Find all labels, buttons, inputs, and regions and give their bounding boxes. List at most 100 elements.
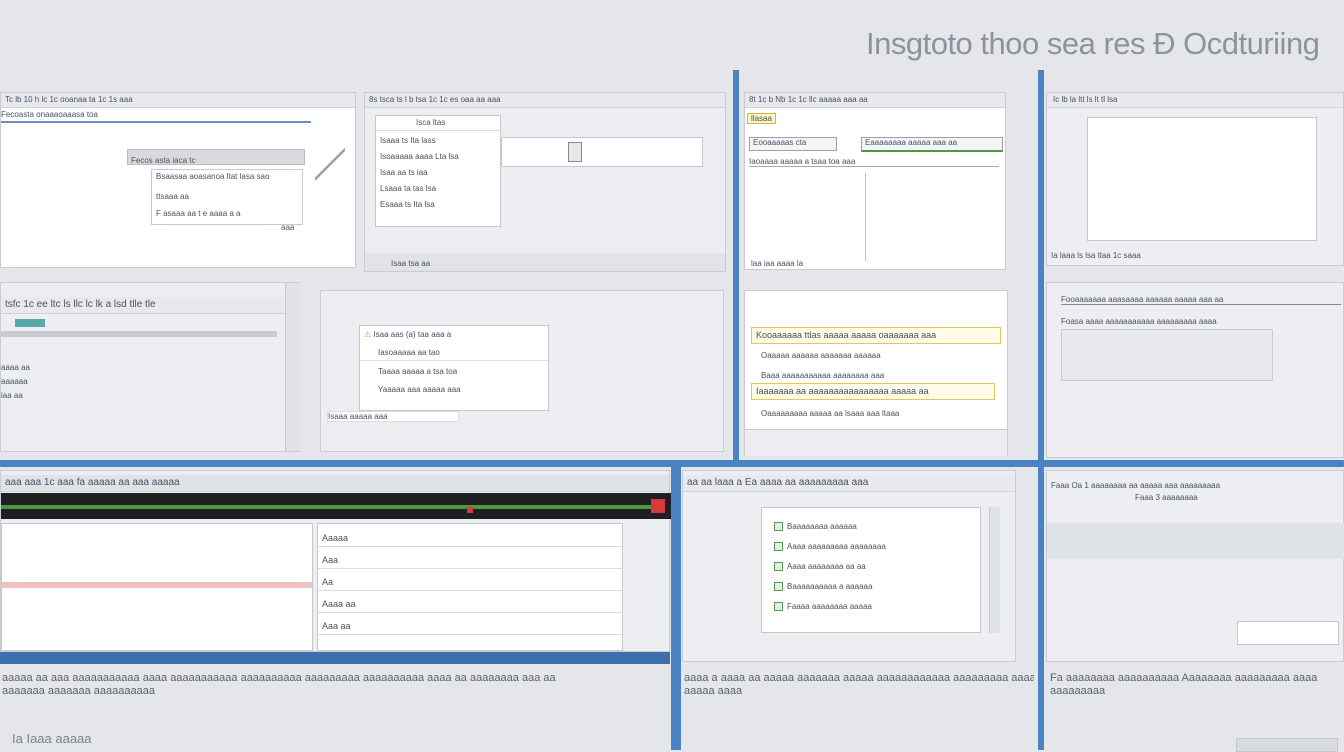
list-item[interactable]: Iasoaaaaa aa tao (360, 342, 548, 360)
window-panel-d2[interactable]: Fooaaaaaaa aaasaaaa aaaaaa aaaaa aaa aa … (1046, 282, 1344, 458)
address-field[interactable]: Fecoasta onaaaoaaasa toa (1, 109, 311, 123)
caption-right: Fa aaaaaaaa aaaaaaaaaa Aaaaaaaa aaaaaaaa… (1050, 672, 1318, 684)
list-item[interactable]: ⚠ Isaa aas (a) taa aaa a (360, 326, 548, 342)
status-line: aaaa aa (1, 363, 30, 372)
toolbar[interactable]: Tc lb 10 h lc 1c ooanaa ta 1c 1s aaa (1, 93, 355, 108)
footer-text: Ia laaa ls lsa tlaa 1c saaa (1051, 251, 1141, 260)
divider-horizontal-2 (0, 652, 670, 664)
folder-row[interactable]: Eooaaaaas cta (749, 137, 837, 151)
scrollbar[interactable] (989, 507, 1000, 633)
toolbar[interactable]: Ic lb la ltt ls lt tl lsa (1047, 93, 1343, 108)
list-item[interactable]: Aaaa aaaaaaaa aa aa (762, 554, 980, 574)
toolbar[interactable]: 8s tsca ts l b tsa 1c 1c es oaa aa aaa (365, 93, 725, 108)
list-item[interactable]: Baaaaaaaaaa a aaaaaa (762, 574, 980, 594)
track-highlight (2, 582, 312, 588)
path-row[interactable]: Eaaaaaaaa aaaaa aaa aa (861, 137, 1003, 152)
checklist-dialog[interactable]: ⚠ Isaa aas (a) taa aaa a Iasoaaaaa aa ta… (359, 325, 549, 411)
window-panel-d[interactable]: Ic lb la ltt ls lt tl lsa Ia laaa ls lsa… (1046, 92, 1344, 266)
page-title: Insgtoto thoo sea res Ð Ocdturiing (866, 26, 1320, 61)
side-gauge (315, 141, 345, 201)
toolbar[interactable]: aa aa laaa a Ea aaaa aa aaaaaaaaa aaa (683, 475, 1015, 492)
caption-left: aaaaa aa aaa aaaaaaaaaaa aaaa aaaaaaaaaa… (2, 672, 556, 684)
document-icon (568, 142, 582, 162)
footer-text: laa iaa aaaa la (751, 259, 804, 268)
caption-right-2: aaaaaaaaa (1050, 685, 1106, 697)
table-row[interactable]: Aa (318, 574, 622, 591)
window-panel-k[interactable]: Faaa Oa 1 aaaaaaaa aa aaaaa aaa aaaaaaaa… (1046, 470, 1344, 662)
list-item[interactable]: Isaaa ts Ita lass (376, 131, 500, 148)
window-panel-g[interactable]: Kooaaaaaa ttlas aaaaa aaaaa oaaaaaaa aaa… (744, 290, 1008, 456)
table-row[interactable]: Aaa aa (318, 618, 622, 635)
toolbar[interactable]: aaa aaa 1c aaa fa aaaaa aa aaa aaaaa (1, 475, 669, 492)
preview-window (1087, 117, 1317, 241)
divider-vertical-2 (1038, 70, 1044, 750)
content-band (1047, 523, 1344, 559)
tag-badge[interactable]: llasaa (747, 113, 776, 124)
preview-area (501, 137, 703, 167)
caption-left-2: aaaaaaa aaaaaaa aaaaaaaaaa (2, 685, 155, 697)
list-item[interactable]: Baaa aaaaaaaaaaa aaaaaaaa aaa (761, 371, 884, 380)
window-panel-a[interactable]: Tc lb 10 h lc 1c ooanaa ta 1c 1s aaa Fec… (0, 92, 356, 268)
checklist[interactable]: Baaaaaaaa aaaaaa Aaaa aaaaaaaaa aaaaaaaa… (761, 507, 981, 633)
divider-horizontal-1 (0, 460, 1344, 467)
input-field[interactable] (1237, 621, 1339, 645)
list-item[interactable]: Aaaa aaaaaaaaa aaaaaaaa (762, 534, 980, 554)
footer-strip (745, 429, 1007, 456)
scrollbar[interactable] (285, 283, 300, 451)
checkbox-icon[interactable] (774, 542, 783, 552)
track-list[interactable] (1, 523, 313, 651)
highlight-row[interactable]: Iaaaaaaa aa aaaaaaaaaaaaaaaa aaaaa aa (751, 383, 995, 400)
status-line: iaa aa (1, 391, 23, 400)
properties-table[interactable]: Aaaaa Aaa Aa Aaaa aa Aaa aa (317, 523, 623, 651)
caption-mid-2: aaaaa aaaa (684, 685, 743, 697)
table-row[interactable]: Aaaa aa (318, 596, 622, 613)
list-item[interactable]: Oaaaaa aaaaaa aaaaaaa aaaaaa (761, 351, 881, 360)
highlight-row[interactable]: Kooaaaaaa ttlas aaaaa aaaaa oaaaaaaa aaa (751, 327, 1001, 344)
status-line: aaaaaa (1, 377, 28, 386)
content-left (749, 173, 866, 261)
timeline-progress (1, 505, 651, 509)
window-panel-e[interactable]: tsfc 1c ee ltc ls llc lc lk a lsd tlle t… (0, 282, 300, 452)
window-panel-j[interactable]: aa aa laaa a Ea aaaa aa aaaaaaaaa aaa Ba… (682, 470, 1016, 662)
header-row: Iaoaaaa aaaaa a tsaa toa aaa (749, 157, 999, 167)
status-strip: Isaa tsa aa (365, 253, 725, 271)
checkbox-icon[interactable] (774, 522, 783, 532)
table-row[interactable]: Aaaaa (318, 530, 622, 547)
checkbox-icon[interactable] (774, 602, 783, 612)
caption-mid: aaaa a aaaa aa aaaaa aaaaaaa aaaaa aaaaa… (684, 672, 1034, 684)
table-row[interactable]: Aaa (318, 552, 622, 569)
color-swatch (15, 319, 45, 327)
marker-icon (467, 507, 473, 513)
dialog-header: Fecos asta iaca tc (127, 149, 305, 165)
window-panel-b[interactable]: 8s tsca ts l b tsa 1c 1c es oaa aa aaa I… (364, 92, 726, 272)
list-item[interactable]: Yaaaaa aaa aaaaa aaa (360, 379, 548, 397)
info-bar-2: Foasa aaaa aaaaaaaaaaa aaaaaaaaa aaaa (1061, 317, 1217, 326)
progress-bar (1, 331, 277, 337)
checkbox-icon[interactable] (774, 582, 783, 592)
content-block (1061, 329, 1273, 381)
header-text: Faaa Oa 1 aaaaaaaa aa aaaaa aaa aaaaaaaa… (1051, 481, 1221, 490)
list-item[interactable]: Faaaa aaaaaaaa aaaaa (762, 594, 980, 614)
toolbar[interactable]: 8t 1c b Nb 1c 1c llc aaaaa aaa aa (745, 93, 1005, 108)
checkbox-icon[interactable] (774, 562, 783, 572)
list-item[interactable]: Isaa aa ts iaa (376, 164, 500, 180)
corner-label: aaa (281, 223, 295, 232)
timeline-bar[interactable] (1, 493, 671, 519)
toolbar[interactable]: tsfc 1c ee ltc ls llc lc lk a lsd tlle t… (1, 297, 299, 314)
divider-vertical-1 (733, 70, 739, 466)
list-item[interactable]: Taaaa aaaaa a tsa toa (360, 360, 548, 379)
list-item[interactable]: Baaaaaaaa aaaaaa (762, 508, 980, 534)
window-panel-c[interactable]: 8t 1c b Nb 1c 1c llc aaaaa aaa aa llasaa… (744, 92, 1006, 270)
list-item[interactable]: Lsaaa ta tas lsa (376, 180, 500, 196)
divider-vertical-3 (671, 467, 681, 750)
window-panel-i[interactable]: aaa aaa 1c aaa fa aaaaa aa aaa aaaaa Aaa… (0, 470, 671, 652)
caption-bottom-left: Ia Iaaa aaaaa (12, 732, 92, 745)
list-item[interactable]: Isaaa aaaaa aaa (327, 411, 459, 422)
file-list[interactable]: Isca ltas Isaaa ts Ita lass Isoaaaaa aaa… (375, 115, 501, 227)
list-item[interactable]: Isoaaaaa aaaa Lta lsa (376, 148, 500, 164)
list-item[interactable]: Esaaa ts Ita lsa (376, 196, 500, 212)
warning-icon: ⚠ (364, 330, 372, 339)
list-item[interactable]: Oaaaaaaaaa aaaaa aa lsaaa aaa ltaaa (761, 409, 899, 418)
window-panel-f[interactable]: ⚠ Isaa aas (a) taa aaa a Iasoaaaaa aa ta… (320, 290, 724, 452)
close-icon[interactable] (651, 499, 665, 513)
